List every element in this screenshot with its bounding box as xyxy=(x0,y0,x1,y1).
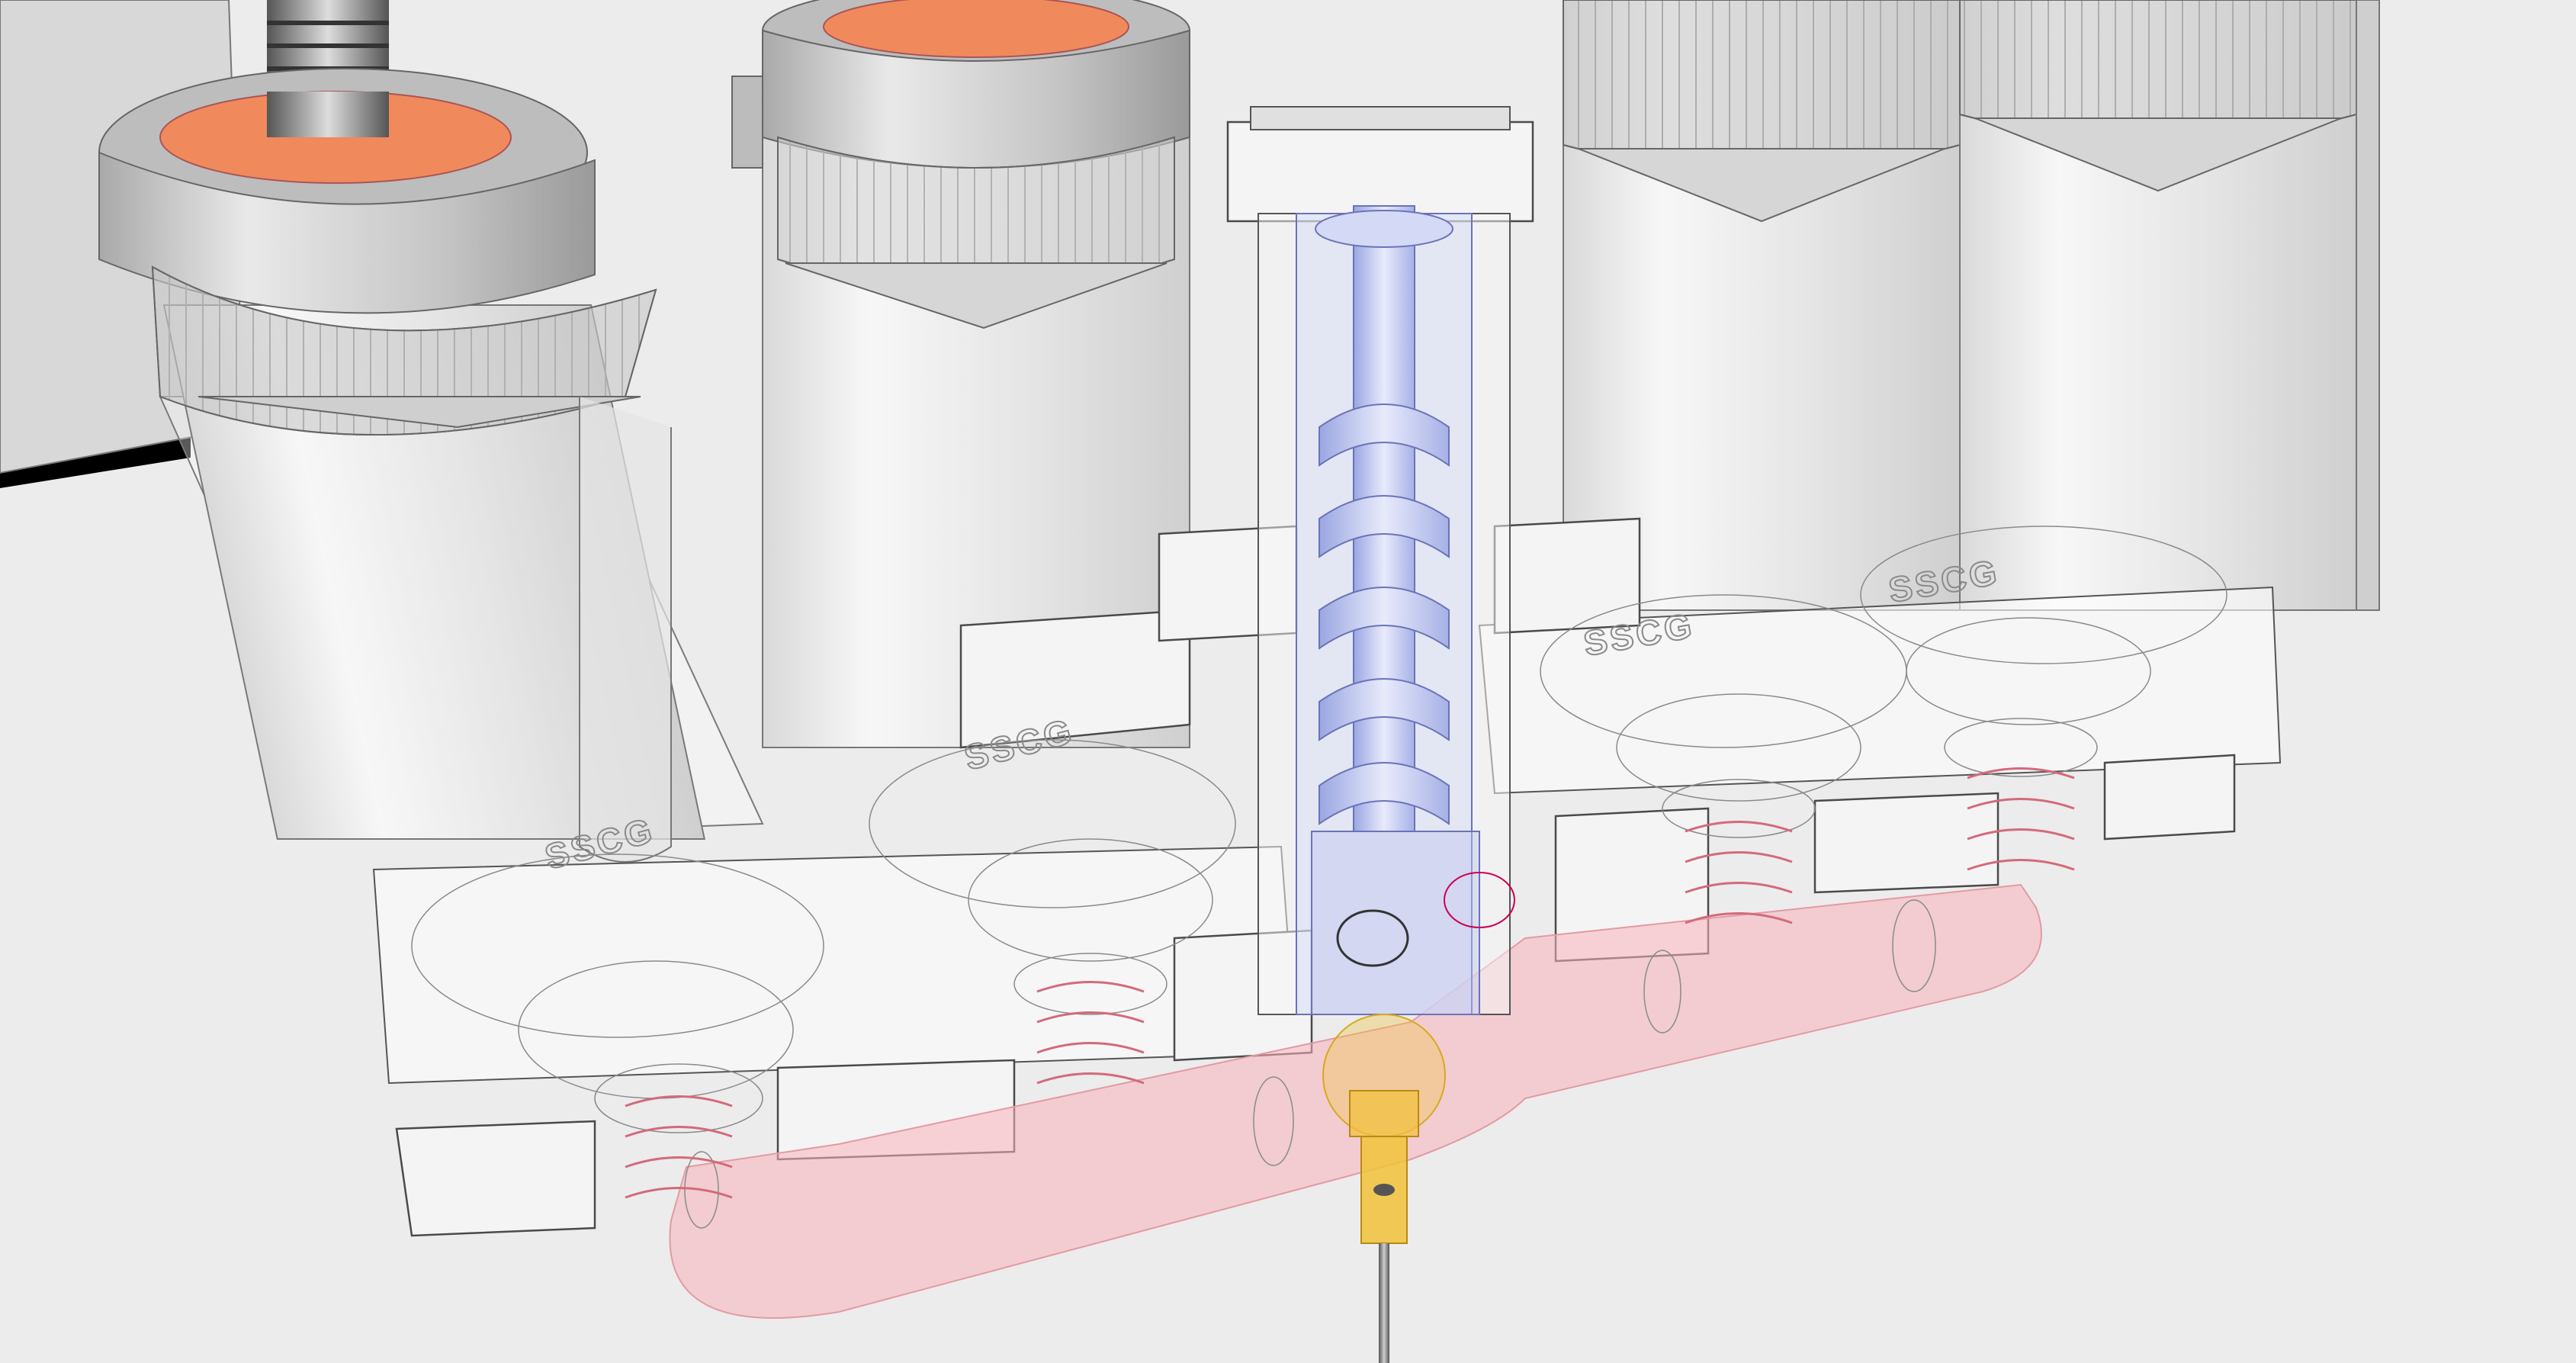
auger-housing xyxy=(1226,106,1534,1015)
dispenser-cad-render: SSCG SSCG SSCG SSCG xyxy=(0,0,2576,1363)
cap-orange-disc xyxy=(823,0,1129,58)
cartridge-right xyxy=(1959,0,2380,611)
